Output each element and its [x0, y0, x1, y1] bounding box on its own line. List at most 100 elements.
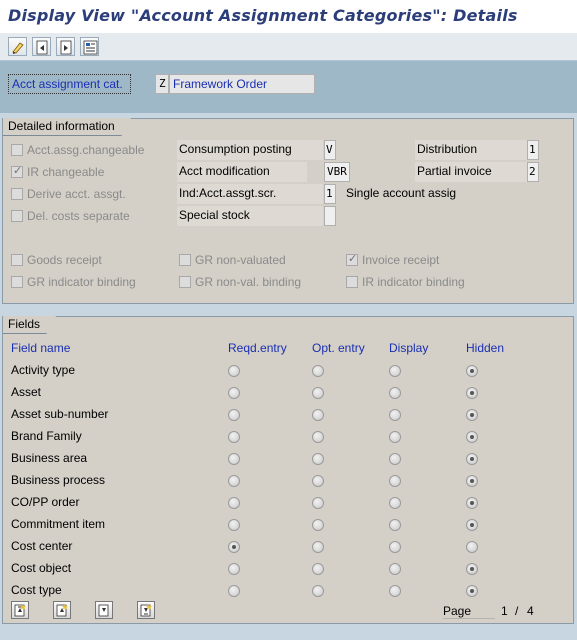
display-radio[interactable]	[389, 409, 401, 421]
reqd-entry-radio[interactable]	[228, 453, 240, 465]
opt-entry-radio[interactable]	[312, 365, 324, 377]
hidden-radio[interactable]	[466, 453, 478, 465]
opt-entry-radio[interactable]	[312, 387, 324, 399]
acct-assignment-cat-description: Framework Order	[169, 74, 315, 94]
acct-assignment-cat-field[interactable]: Z	[155, 74, 169, 94]
col-field-name: Field name	[11, 341, 71, 355]
field-row-label: Cost type	[11, 583, 62, 597]
checkbox-box[interactable]	[346, 252, 358, 266]
consumption-posting-field[interactable]: V	[324, 140, 336, 160]
consumption-posting-label: Consumption posting	[177, 140, 323, 160]
edit-icon[interactable]	[8, 37, 27, 56]
opt-entry-radio[interactable]	[312, 431, 324, 443]
page-total: 4	[527, 604, 534, 618]
display-radio[interactable]	[389, 431, 401, 443]
col-opt-entry: Opt. entry	[312, 341, 365, 355]
display-radio[interactable]	[389, 541, 401, 553]
first-page-icon[interactable]	[11, 601, 29, 619]
opt-entry-radio[interactable]	[312, 563, 324, 575]
checkbox-box[interactable]	[179, 254, 191, 266]
field-row-label: Brand Family	[11, 429, 82, 443]
opt-entry-radio[interactable]	[312, 585, 324, 597]
checkbox-label: Invoice receipt	[362, 253, 440, 267]
reqd-entry-radio[interactable]	[228, 387, 240, 399]
hidden-radio[interactable]	[466, 563, 478, 575]
special-stock-label: Special stock	[177, 206, 323, 226]
field-row-label: Business process	[11, 473, 106, 487]
page-title: Display View "Account Assignment Categor…	[8, 6, 518, 25]
display-radio[interactable]	[389, 497, 401, 509]
page-current: 1	[501, 604, 508, 618]
distribution-field[interactable]: 1	[527, 140, 539, 160]
field-row-label: Asset sub-number	[11, 407, 109, 421]
display-radio[interactable]	[389, 387, 401, 399]
ind-acct-assgt-scr-field[interactable]: 1	[324, 184, 336, 204]
reqd-entry-radio[interactable]	[228, 431, 240, 443]
reqd-entry-radio[interactable]	[228, 519, 240, 531]
checkbox-label: IR indicator binding	[362, 275, 465, 289]
display-radio[interactable]	[389, 585, 401, 597]
partial-invoice-label: Partial invoice	[415, 162, 527, 182]
hidden-radio[interactable]	[466, 431, 478, 443]
reqd-entry-radio[interactable]	[228, 365, 240, 377]
checkbox-box[interactable]	[11, 210, 23, 222]
details-icon[interactable]	[80, 37, 99, 56]
acct-assignment-cat-label[interactable]: Acct assignment cat.	[8, 74, 131, 94]
fields-group: Fields Field name Reqd.entry Opt. entry …	[2, 316, 574, 624]
hidden-radio[interactable]	[466, 409, 478, 421]
reqd-entry-radio[interactable]	[228, 541, 240, 553]
opt-entry-radio[interactable]	[312, 497, 324, 509]
reqd-entry-radio[interactable]	[228, 409, 240, 421]
hidden-radio[interactable]	[466, 387, 478, 399]
checkbox-box[interactable]	[346, 276, 358, 288]
display-radio[interactable]	[389, 475, 401, 487]
display-radio[interactable]	[389, 563, 401, 575]
opt-entry-radio[interactable]	[312, 453, 324, 465]
hidden-radio[interactable]	[466, 475, 478, 487]
hidden-radio[interactable]	[466, 541, 478, 553]
next-entry-icon[interactable]	[56, 37, 75, 56]
opt-entry-radio[interactable]	[312, 519, 324, 531]
checkbox-box[interactable]	[11, 276, 23, 288]
checkbox-box[interactable]	[179, 276, 191, 288]
title-bar: Display View "Account Assignment Categor…	[0, 0, 577, 33]
checkbox-label: Goods receipt	[27, 253, 102, 267]
field-row-label: Commitment item	[11, 517, 106, 531]
checkbox-box[interactable]	[11, 254, 23, 266]
hidden-radio[interactable]	[466, 519, 478, 531]
checkbox-box[interactable]	[11, 164, 23, 178]
field-row-label: Cost object	[11, 561, 72, 575]
opt-entry-radio[interactable]	[312, 475, 324, 487]
opt-entry-radio[interactable]	[312, 541, 324, 553]
reqd-entry-radio[interactable]	[228, 475, 240, 487]
checkbox-label: IR changeable	[27, 165, 105, 179]
reqd-entry-radio[interactable]	[228, 497, 240, 509]
display-radio[interactable]	[389, 519, 401, 531]
detailed-information-title: Detailed information	[3, 118, 131, 136]
partial-invoice-field[interactable]: 2	[527, 162, 539, 182]
display-radio[interactable]	[389, 453, 401, 465]
distribution-label: Distribution	[415, 140, 527, 160]
key-header-area: Acct assignment cat. Z Framework Order	[0, 61, 577, 113]
hidden-radio[interactable]	[466, 585, 478, 597]
reqd-entry-radio[interactable]	[228, 585, 240, 597]
fields-title: Fields	[3, 316, 57, 334]
special-stock-field[interactable]	[324, 206, 336, 226]
application-toolbar	[0, 33, 577, 61]
prev-entry-icon[interactable]	[32, 37, 51, 56]
hidden-radio[interactable]	[466, 497, 478, 509]
col-reqd-entry: Reqd.entry	[228, 341, 287, 355]
opt-entry-radio[interactable]	[312, 409, 324, 421]
checkbox-label: Derive acct. assgt.	[27, 187, 126, 201]
checkbox-label: GR indicator binding	[27, 275, 136, 289]
last-page-icon[interactable]	[137, 601, 155, 619]
acct-modification-field[interactable]: VBR	[324, 162, 350, 182]
checkbox-box[interactable]	[11, 144, 23, 156]
prev-page-icon[interactable]	[53, 601, 71, 619]
reqd-entry-radio[interactable]	[228, 563, 240, 575]
hidden-radio[interactable]	[466, 365, 478, 377]
field-row-label: Business area	[11, 451, 88, 465]
next-page-icon[interactable]	[95, 601, 113, 619]
display-radio[interactable]	[389, 365, 401, 377]
checkbox-box[interactable]	[11, 188, 23, 200]
